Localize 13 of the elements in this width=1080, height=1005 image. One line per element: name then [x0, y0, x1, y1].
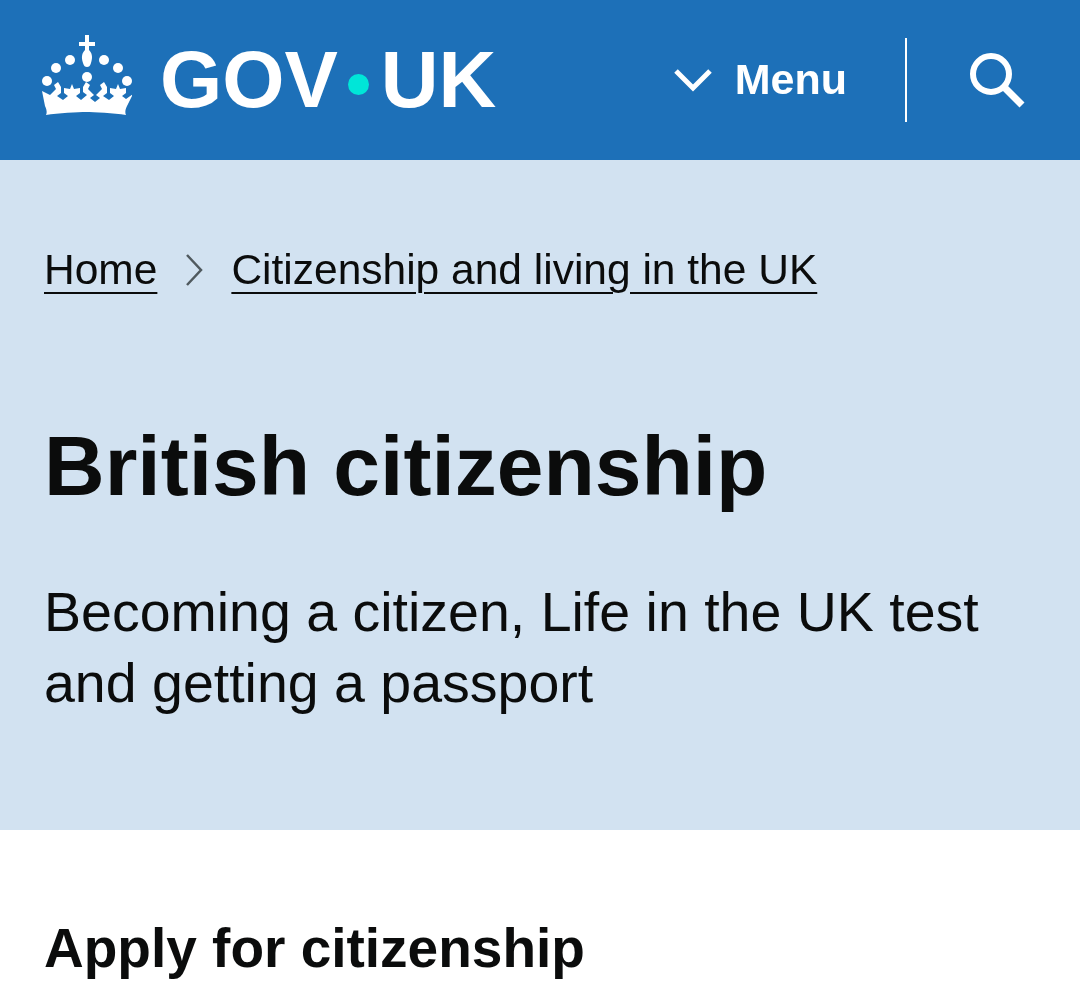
- page-description: Becoming a citizen, Life in the UK test and getting a passport: [44, 580, 980, 716]
- dot-icon: [347, 73, 369, 95]
- search-icon: [969, 52, 1025, 108]
- page-title: British citizenship: [44, 420, 769, 512]
- breadcrumb-link[interactable]: Citizenship and living in the UK: [231, 245, 818, 295]
- search-button[interactable]: [969, 52, 1025, 108]
- logo-wordmark: GOV: [160, 40, 338, 120]
- chevron-icon: [185, 253, 204, 287]
- home-logo-link[interactable]: GOV UK: [42, 40, 497, 120]
- section-heading: Apply for citizenship: [44, 916, 586, 981]
- logo-wordmark: UK: [380, 40, 497, 120]
- menu-button[interactable]: Menu: [672, 54, 847, 106]
- breadcrumb-link[interactable]: Home: [44, 245, 158, 295]
